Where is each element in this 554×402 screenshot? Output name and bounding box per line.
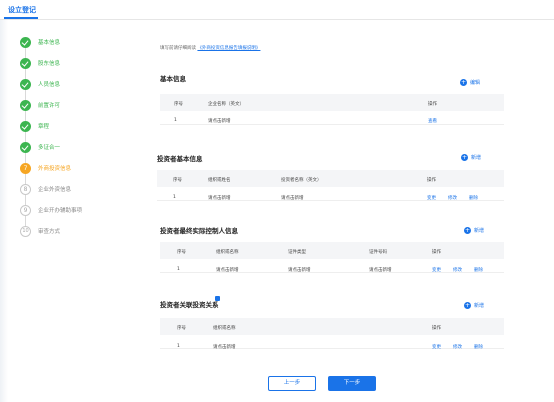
step-label: 多证合一 bbox=[38, 145, 61, 151]
column-header: 组织或姓名 bbox=[208, 178, 231, 183]
add-investor-button[interactable]: + 新增 bbox=[461, 154, 481, 161]
step-item-charter[interactable]: 章程 bbox=[20, 120, 130, 134]
button-label: 编辑 bbox=[470, 80, 481, 86]
row-name: 请点击新增 bbox=[208, 196, 231, 201]
step-number-badge: 7 bbox=[20, 163, 31, 174]
investor-table: 序号 组织或姓名 投资者名称（英文） 操作 1 请点击新增 请点击新增 变更 修… bbox=[157, 170, 504, 208]
section-title-relation: 投资者关联投资关系 bbox=[160, 301, 219, 309]
column-header: 投资者名称（英文） bbox=[281, 178, 322, 183]
row-number: 1 bbox=[177, 267, 180, 272]
column-header: 操作 bbox=[432, 326, 441, 331]
step-label: 企业开办辅助事项 bbox=[38, 208, 83, 214]
delete-link[interactable]: 删除 bbox=[474, 344, 483, 350]
row-name: 请点击新增 bbox=[216, 268, 239, 273]
row-number: 1 bbox=[173, 195, 176, 200]
plus-icon: + bbox=[460, 79, 467, 86]
top-header: 设立登记 bbox=[0, 0, 554, 20]
column-header: 证件号码 bbox=[369, 250, 387, 255]
column-header: 证件类型 bbox=[288, 250, 306, 255]
step-label: 企业外资信息 bbox=[38, 187, 72, 193]
step-label: 基本信息 bbox=[38, 40, 61, 46]
step-label: 审查方式 bbox=[38, 229, 61, 235]
step-number-badge: 10 bbox=[20, 226, 31, 237]
step-item-personnel[interactable]: 人员信息 bbox=[20, 78, 130, 92]
check-icon bbox=[20, 142, 31, 153]
step-item-enterprise-foreign[interactable]: 8 企业外资信息 bbox=[20, 183, 130, 197]
column-header: 序号 bbox=[177, 250, 186, 255]
plus-icon: + bbox=[464, 302, 471, 309]
registration-page: 设立登记 基本信息 股东信息 人员信息 前置许可 章程 多证合一 7 外商投资信… bbox=[0, 0, 554, 402]
page-title: 设立登记 bbox=[8, 6, 36, 14]
check-icon bbox=[20, 121, 31, 132]
step-item-foreign-investment[interactable]: 7 外商投资信息 bbox=[20, 162, 130, 176]
step-item-permit[interactable]: 前置许可 bbox=[20, 99, 130, 113]
left-edge bbox=[0, 20, 8, 402]
edit-basic-button[interactable]: + 编辑 bbox=[460, 79, 480, 86]
add-relation-button[interactable]: + 新增 bbox=[464, 302, 484, 309]
column-header: 操作 bbox=[432, 250, 441, 255]
button-label: 新增 bbox=[474, 228, 485, 234]
step-item-auxiliary[interactable]: 9 企业开办辅助事项 bbox=[20, 204, 130, 218]
plus-icon: + bbox=[461, 154, 468, 161]
button-label: 新增 bbox=[471, 155, 482, 161]
add-controller-button[interactable]: + 新增 bbox=[464, 227, 484, 234]
row-number: 1 bbox=[177, 344, 180, 349]
column-header: 组织或名称 bbox=[213, 326, 236, 331]
column-header: 操作 bbox=[427, 178, 436, 183]
step-label: 人员信息 bbox=[38, 82, 61, 88]
row-id-type: 请点击新增 bbox=[288, 268, 311, 273]
edit-link[interactable]: 修改 bbox=[453, 267, 462, 273]
controller-table: 序号 组织或名称 证件类型 证件号码 操作 1 请点击新增 请点击新增 请点击新… bbox=[160, 242, 504, 280]
check-icon bbox=[20, 37, 31, 48]
relation-table: 序号 组织或名称 操作 1 请点击新增 变更 修改 删除 bbox=[160, 318, 504, 356]
row-name: 请点击新增 bbox=[208, 119, 231, 124]
step-item-multi-cert[interactable]: 多证合一 bbox=[20, 141, 130, 155]
check-icon bbox=[20, 79, 31, 90]
column-header: 序号 bbox=[173, 178, 182, 183]
change-link[interactable]: 变更 bbox=[432, 344, 441, 350]
button-label: 新增 bbox=[474, 303, 485, 309]
column-header: 序号 bbox=[177, 326, 186, 331]
step-item-shareholder[interactable]: 股东信息 bbox=[20, 57, 130, 71]
delete-link[interactable]: 删除 bbox=[469, 195, 478, 201]
info-icon[interactable] bbox=[215, 296, 220, 301]
column-header: 序号 bbox=[174, 102, 183, 107]
table-header bbox=[160, 318, 504, 335]
step-label: 前置许可 bbox=[38, 103, 61, 109]
column-header: 企业名称（英文） bbox=[208, 102, 244, 107]
row-name: 请点击新增 bbox=[213, 345, 236, 350]
title-underline bbox=[4, 17, 38, 19]
section-title-basic: 基本信息 bbox=[160, 75, 186, 83]
edit-link[interactable]: 修改 bbox=[453, 344, 462, 350]
step-label: 章程 bbox=[38, 124, 50, 130]
row-english-name: 请点击新增 bbox=[281, 196, 304, 201]
step-item-review[interactable]: 10 审查方式 bbox=[20, 225, 130, 239]
step-number-badge: 9 bbox=[20, 205, 31, 216]
change-link[interactable]: 变更 bbox=[432, 267, 441, 273]
hint-text: 填写前请仔细阅读 bbox=[160, 46, 196, 51]
view-link[interactable]: 查看 bbox=[428, 118, 437, 124]
section-title-controller: 投资者最终实际控制人信息 bbox=[160, 227, 238, 235]
step-label: 外商投资信息 bbox=[38, 166, 72, 172]
row-id-number: 请点击新增 bbox=[369, 268, 392, 273]
step-label: 股东信息 bbox=[38, 61, 61, 67]
check-icon bbox=[20, 100, 31, 111]
step-item-basic[interactable]: 基本信息 bbox=[20, 36, 130, 50]
plus-icon: + bbox=[464, 227, 471, 234]
basic-info-table: 序号 企业名称（英文） 操作 1 请点击新增 查看 bbox=[160, 94, 504, 132]
change-link[interactable]: 变更 bbox=[427, 195, 436, 201]
edit-link[interactable]: 修改 bbox=[448, 195, 457, 201]
check-icon bbox=[20, 58, 31, 69]
previous-step-button[interactable]: 上一步 bbox=[268, 376, 316, 391]
step-number-badge: 8 bbox=[20, 184, 31, 195]
table-header bbox=[160, 242, 504, 259]
delete-link[interactable]: 删除 bbox=[474, 267, 483, 273]
section-title-investor: 投资者基本信息 bbox=[157, 155, 203, 163]
next-step-button[interactable]: 下一步 bbox=[328, 376, 376, 391]
instructions-link[interactable]: 《外商投资信息报告填报说明》 bbox=[197, 46, 260, 51]
row-number: 1 bbox=[174, 118, 177, 123]
column-header: 操作 bbox=[428, 102, 437, 107]
instruction-hint: 填写前请仔细阅读 《外商投资信息报告填报说明》 bbox=[160, 45, 260, 51]
column-header: 组织或名称 bbox=[216, 250, 239, 255]
